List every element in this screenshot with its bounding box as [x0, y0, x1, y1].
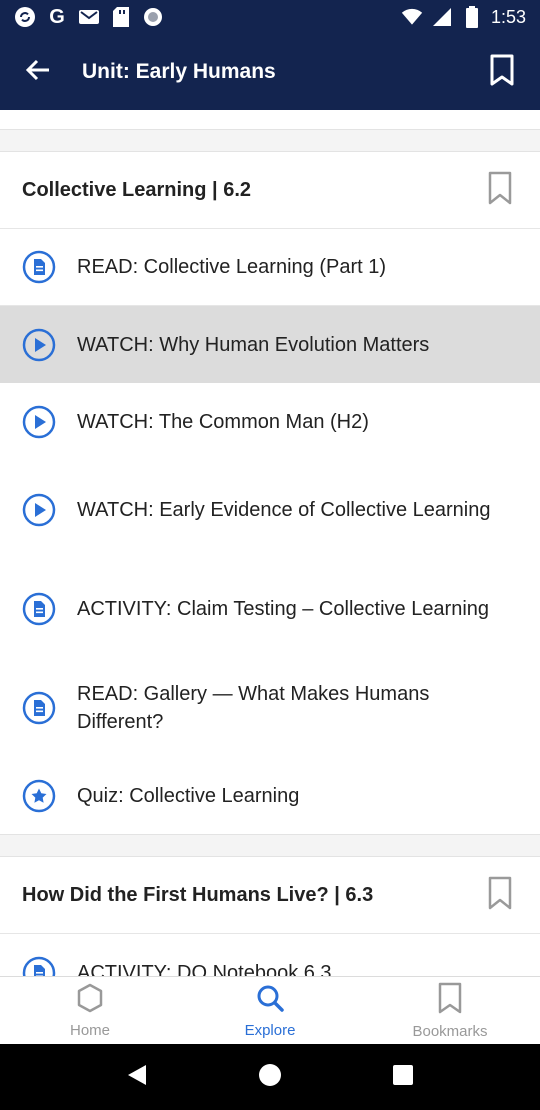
document-icon: [22, 592, 56, 626]
play-icon: [22, 493, 56, 527]
item-label: WATCH: Early Evidence of Collective Lear…: [77, 498, 491, 521]
app-bar: Unit: Early Humans: [0, 34, 540, 110]
item-label: ACTIVITY: Claim Testing – Collective Lea…: [77, 597, 490, 620]
list-item[interactable]: ACTIVITY: Claim Testing – Collective Lea…: [0, 559, 540, 658]
list-item[interactable]: READ: Gallery — What Makes Humans Differ…: [0, 658, 540, 757]
list-item[interactable]: WATCH: The Common Man (H2): [0, 383, 540, 460]
nav-explore[interactable]: Explore: [180, 977, 360, 1044]
document-icon: [22, 250, 56, 284]
system-recents-button[interactable]: [383, 1057, 423, 1097]
section-bookmark-button[interactable]: [460, 857, 540, 934]
bottom-navigation: Home Explore Bookmarks: [0, 976, 540, 1044]
square-recents-icon: [392, 1064, 414, 1091]
circle-home-icon: [258, 1063, 282, 1092]
play-icon: [22, 405, 56, 439]
system-back-button[interactable]: [117, 1057, 157, 1097]
status-bar: G 1:53: [0, 0, 540, 34]
nav-label: Bookmarks: [412, 1022, 488, 1040]
status-notification-icons: G: [14, 6, 164, 28]
section-header: Collective Learning | 6.2: [0, 152, 540, 229]
status-system-icons: 1:53: [401, 6, 526, 28]
list-top-strip: [0, 110, 540, 130]
list-item[interactable]: ACTIVITY: DQ Notebook 6.3: [0, 934, 540, 976]
back-button[interactable]: [0, 34, 76, 110]
unit-bookmark-button[interactable]: [464, 34, 540, 110]
document-icon: [22, 956, 56, 976]
section-first-humans: How Did the First Humans Live? | 6.3 ACT…: [0, 856, 540, 976]
wifi-icon: [401, 6, 423, 28]
list-item[interactable]: READ: Collective Learning (Part 1): [0, 229, 540, 306]
triangle-back-icon: [126, 1063, 148, 1092]
section-header: How Did the First Humans Live? | 6.3: [0, 857, 540, 934]
google-icon: G: [49, 5, 65, 28]
item-label: ACTIVITY: DQ Notebook 6.3: [77, 961, 332, 977]
item-label: READ: Gallery — What Makes Humans Differ…: [77, 682, 430, 733]
star-icon: [22, 779, 56, 813]
battery-icon: [461, 6, 483, 28]
status-time: 1:53: [490, 6, 526, 27]
play-icon: [22, 328, 56, 362]
nav-home[interactable]: Home: [0, 977, 180, 1044]
arrow-left-icon: [25, 57, 51, 88]
item-label: WATCH: The Common Man (H2): [77, 410, 369, 433]
item-label: WATCH: Why Human Evolution Matters: [77, 333, 430, 356]
signal-icon: [431, 6, 453, 28]
sync-icon: [14, 6, 36, 28]
system-navigation-bar: [0, 1044, 540, 1110]
list-item[interactable]: WATCH: Why Human Evolution Matters: [0, 306, 540, 383]
item-label: READ: Collective Learning (Part 1): [77, 256, 387, 278]
nav-bookmarks[interactable]: Bookmarks: [360, 977, 540, 1044]
search-icon: [255, 983, 285, 1018]
hexagon-icon: [76, 983, 104, 1018]
page-title: Unit: Early Humans: [82, 60, 276, 83]
nav-label: Home: [69, 1021, 110, 1039]
section-gap: [0, 130, 540, 151]
item-label: Quiz: Collective Learning: [77, 784, 300, 807]
section-title: Collective Learning | 6.2: [22, 178, 252, 201]
section-gap: [0, 835, 540, 856]
sd-card-icon: [110, 6, 132, 28]
circle-app-icon: [142, 6, 164, 28]
nav-label: Explore: [244, 1021, 296, 1039]
bookmark-icon: [438, 982, 462, 1019]
gmail-icon: [78, 6, 100, 28]
bookmark-icon: [488, 876, 512, 915]
content-list[interactable]: Collective Learning | 6.2 READ: Collecti…: [0, 110, 540, 976]
section-bookmark-button[interactable]: [460, 152, 540, 229]
section-title: How Did the First Humans Live? | 6.3: [22, 883, 374, 906]
system-home-button[interactable]: [250, 1057, 290, 1097]
list-item[interactable]: WATCH: Early Evidence of Collective Lear…: [0, 460, 540, 559]
list-item[interactable]: Quiz: Collective Learning: [0, 757, 540, 834]
bookmark-icon: [490, 54, 514, 91]
section-collective-learning: Collective Learning | 6.2 READ: Collecti…: [0, 151, 540, 835]
document-icon: [22, 691, 56, 725]
bookmark-icon: [488, 171, 512, 210]
